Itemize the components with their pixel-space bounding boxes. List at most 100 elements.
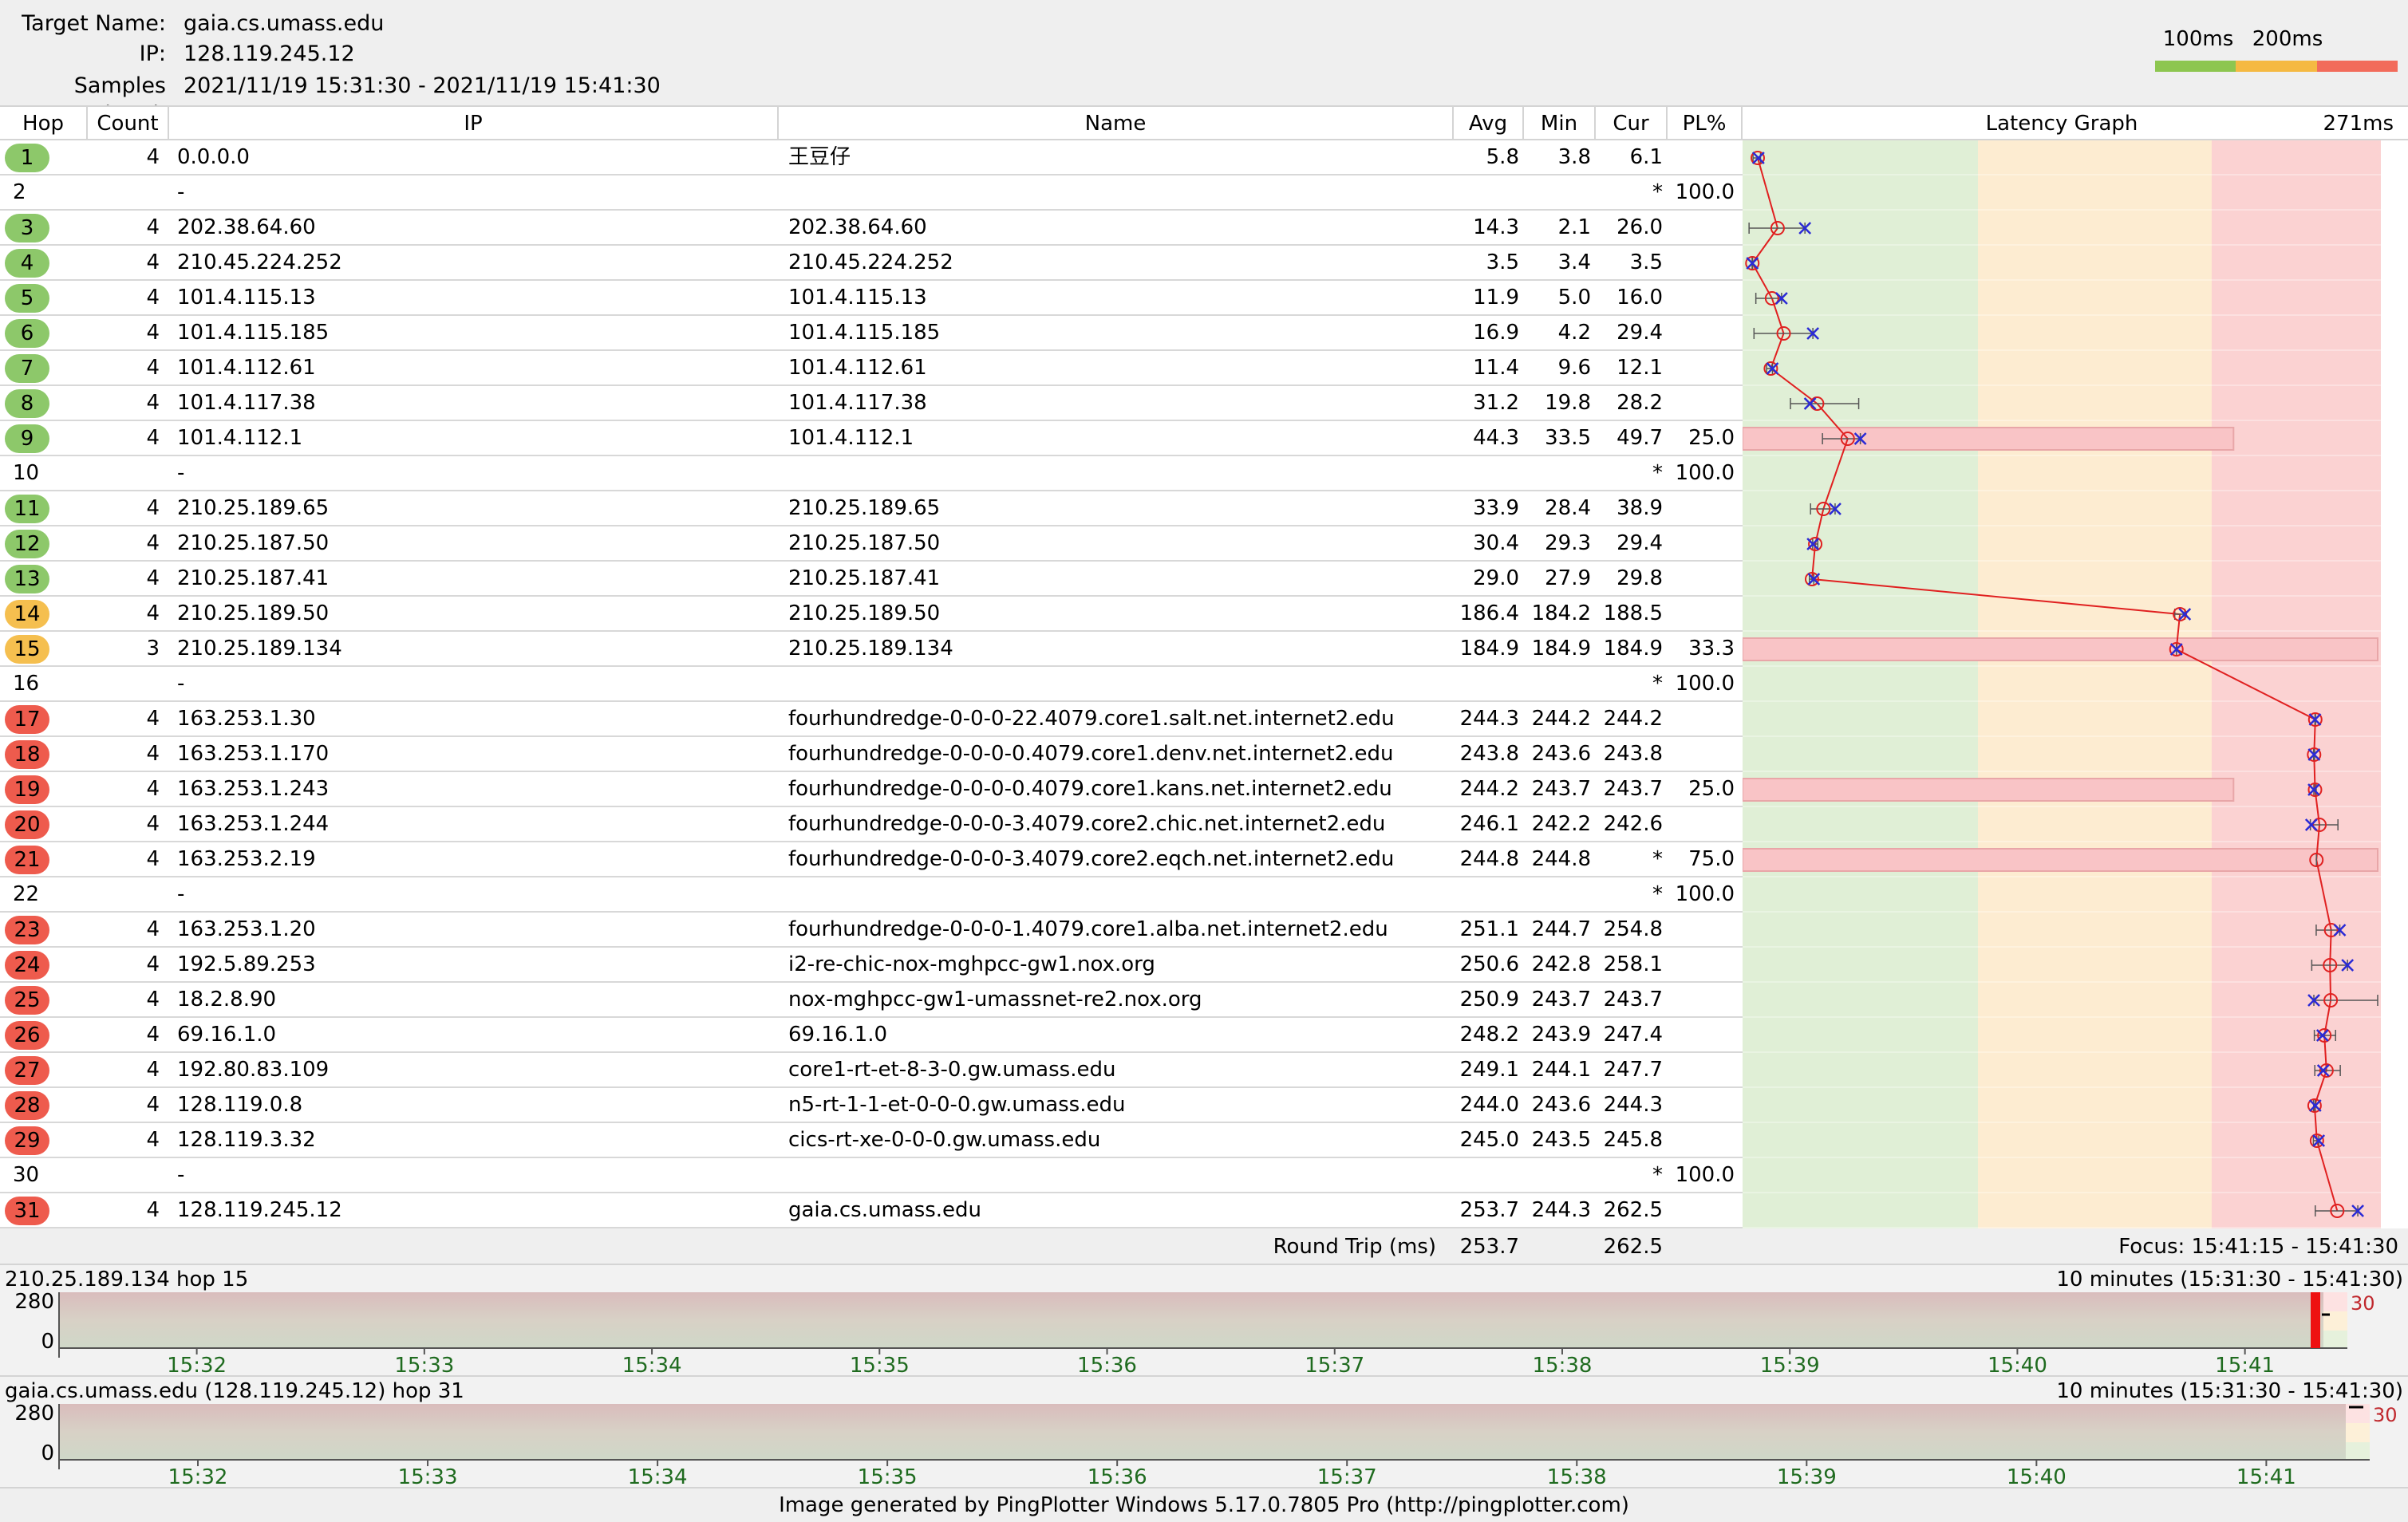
hop-row[interactable]: 24 4 192.5.89.253 i2-re-chic-nox-mghpcc-gw1… xyxy=(0,948,1743,983)
hop-row[interactable]: 21 4 163.253.2.19 fourhundredge-0-0-0-3.407… xyxy=(0,842,1743,877)
hop-packet-loss xyxy=(1668,948,1735,981)
hop-ip: 101.4.115.13 xyxy=(177,286,316,310)
hop-row[interactable]: 11 4 210.25.189.65 210.25.189.65 33.9 28.4 38.… xyxy=(0,491,1743,526)
hop-avg xyxy=(1454,667,1519,700)
hop-row[interactable]: 10 - * 100.0 xyxy=(0,456,1743,491)
hop-number-cell: 13 xyxy=(0,562,88,595)
timeline-tick-label: 15:36 xyxy=(1088,1465,1147,1488)
hop-31-timeline[interactable]: 280 0 30 15:32 15:33 15:34 15:35 15:36 15:37 15:3… xyxy=(0,1377,2408,1488)
column-min[interactable]: Min xyxy=(1524,107,1596,140)
hop-min: 184.2 xyxy=(1531,601,1591,625)
hop-row[interactable]: 6 4 101.4.115.185 101.4.115.185 16.9 4.2 29.4 xyxy=(0,316,1743,351)
hop-count xyxy=(88,877,160,911)
focus-range: Focus: 15:41:15 - 15:41:30 xyxy=(2118,1235,2398,1259)
hop-15-timeline[interactable]: 280 0 30 15:32 15:33 15:34 15:35 15:36 15:37 15:3… xyxy=(0,1265,2408,1377)
hop-number-cell: 14 xyxy=(0,597,88,630)
hop-count xyxy=(88,175,160,209)
column-count[interactable]: Count xyxy=(88,107,169,140)
hop-packet-loss xyxy=(1668,1053,1735,1086)
report-header: Target Name: gaia.cs.umass.edu IP: 128.1… xyxy=(0,0,2408,127)
hop-row[interactable]: 20 4 163.253.1.244 fourhundredge-0-0-0-3.40… xyxy=(0,807,1743,842)
hop-row[interactable]: 5 4 101.4.115.13 101.4.115.13 11.9 5.0 16.0 xyxy=(0,281,1743,316)
hop-count: 4 xyxy=(146,426,160,450)
timeline-tick-label: 15:41 xyxy=(2215,1354,2275,1377)
hop-row[interactable]: 14 4 210.25.189.50 210.25.189.50 186.4 184.2 1… xyxy=(0,597,1743,632)
hop-ip: 210.25.187.41 xyxy=(177,566,330,590)
hop-packet-loss xyxy=(1668,737,1735,771)
hop-row[interactable]: 12 4 210.25.187.50 210.25.187.50 30.4 29.3 29.… xyxy=(0,526,1743,562)
timeline-y-min-label: 0 xyxy=(41,1330,54,1354)
hop-15-timeline-chart: 280 0 30 15:32 15:33 15:34 15:35 15:36 15:37 15:3… xyxy=(14,1290,2374,1377)
hop-number-cell: 17 xyxy=(0,702,88,735)
timeline-title: gaia.cs.umass.edu (128.119.245.12) hop 3… xyxy=(5,1379,464,1403)
timeline-tick-label: 15:33 xyxy=(398,1465,458,1488)
hop-min: 244.8 xyxy=(1531,847,1591,871)
hop-row[interactable]: 8 4 101.4.117.38 101.4.117.38 31.2 19.8 28.2 xyxy=(0,386,1743,421)
hop-cur: 262.5 xyxy=(1603,1198,1663,1222)
hop-row[interactable]: 26 4 69.16.1.0 69.16.1.0 248.2 243.9 247.4 xyxy=(0,1018,1743,1053)
timeline-tick-label: 15:41 xyxy=(2236,1465,2296,1488)
timeline-pl-yellow-band xyxy=(2346,1423,2370,1442)
hop-number-cell: 18 xyxy=(0,737,88,771)
hop-row[interactable]: 23 4 163.253.1.20 fourhundredge-0-0-0-1.407… xyxy=(0,913,1743,948)
hop-name: 101.4.112.1 xyxy=(788,426,914,450)
column-hop[interactable]: Hop xyxy=(0,107,88,140)
hop-row[interactable]: 9 4 101.4.112.1 101.4.112.1 44.3 33.5 49.7 25.0 xyxy=(0,421,1743,456)
hop-avg: 33.9 xyxy=(1473,496,1519,520)
hop-packet-loss xyxy=(1668,1018,1735,1051)
hop-min: 27.9 xyxy=(1545,566,1591,590)
hop-row[interactable]: 31 4 128.119.245.12 gaia.cs.umass.edu 253.7 2… xyxy=(0,1193,1743,1228)
hop-row[interactable]: 2 - * 100.0 xyxy=(0,175,1743,211)
hop-status-badge: 7 xyxy=(5,354,49,383)
round-trip-summary: Round Trip (ms) 253.7 262.5 Focus: 15:41… xyxy=(0,1228,2408,1265)
column-avg[interactable]: Avg xyxy=(1454,107,1524,140)
hop-row[interactable]: 27 4 192.80.83.109 core1-rt-et-8-3-0.gw.uma… xyxy=(0,1053,1743,1088)
timeline-tick-label: 15:33 xyxy=(394,1354,454,1377)
hop-cur: * xyxy=(1652,882,1663,906)
hop-row[interactable]: 30 - * 100.0 xyxy=(0,1158,1743,1193)
hop-packet-loss: 75.0 xyxy=(1688,847,1735,871)
hop-row[interactable]: 13 4 210.25.187.41 210.25.187.41 29.0 27.9 29.… xyxy=(0,562,1743,597)
timeline-tick-label: 15:34 xyxy=(628,1465,688,1488)
target-name-value: gaia.cs.umass.edu xyxy=(184,11,385,36)
target-name-label: Target Name: xyxy=(22,11,166,36)
hop-row[interactable]: 7 4 101.4.112.61 101.4.112.61 11.4 9.6 12.1 xyxy=(0,351,1743,386)
hop-row[interactable]: 3 4 202.38.64.60 202.38.64.60 14.3 2.1 26.0 xyxy=(0,211,1743,246)
hop-count: 3 xyxy=(146,637,160,660)
hop-row[interactable]: 15 3 210.25.189.134 210.25.189.134 184.9 184.… xyxy=(0,632,1743,667)
hop-name: 210.25.187.50 xyxy=(788,531,941,555)
hop-row[interactable]: 16 - * 100.0 xyxy=(0,667,1743,702)
hop-name: 101.4.115.13 xyxy=(788,286,927,310)
hop-row[interactable]: 29 4 128.119.3.32 cics-rt-xe-0-0-0.gw.umass… xyxy=(0,1123,1743,1158)
hop-cur: * xyxy=(1652,1163,1663,1187)
hop-row[interactable]: 17 4 163.253.1.30 fourhundredge-0-0-0-22.40… xyxy=(0,702,1743,737)
hop-row[interactable]: 19 4 163.253.1.243 fourhundredge-0-0-0-0.40… xyxy=(0,772,1743,807)
hop-min: 2.1 xyxy=(1557,215,1591,239)
hop-row[interactable]: 1 4 0.0.0.0 王豆仔 5.8 3.8 6.1 xyxy=(0,140,1743,175)
hop-ip: 163.253.1.243 xyxy=(177,777,330,801)
hop-name xyxy=(788,1158,1451,1192)
hop-row[interactable]: 18 4 163.253.1.170 fourhundredge-0-0-0-0.40… xyxy=(0,737,1743,772)
timeline-title: 210.25.189.134 hop 15 xyxy=(5,1268,249,1291)
hop-number-cell: 27 xyxy=(0,1053,88,1086)
column-name[interactable]: Name xyxy=(779,107,1454,140)
hop-min: 243.9 xyxy=(1531,1023,1591,1047)
hop-cur: 184.9 xyxy=(1603,637,1663,660)
hop-row[interactable]: 4 4 210.45.224.252 210.45.224.252 3.5 3.4 3.5 xyxy=(0,246,1743,281)
timeline-range: 10 minutes (15:31:30 - 15:41:30) xyxy=(2056,1268,2403,1291)
timeline-plot-area xyxy=(59,1404,2346,1460)
timeline-y-min-label: 0 xyxy=(41,1441,54,1465)
hop-min: 244.3 xyxy=(1531,1198,1591,1222)
hop-avg xyxy=(1454,456,1519,490)
hop-row[interactable]: 25 4 18.2.8.90 nox-mghpcc-gw1-umassnet-re2.… xyxy=(0,983,1743,1018)
hop-avg: 253.7 xyxy=(1459,1198,1519,1222)
hop-avg: 244.8 xyxy=(1459,847,1519,871)
column-ip[interactable]: IP xyxy=(169,107,779,140)
hop-row[interactable]: 22 - * 100.0 xyxy=(0,877,1743,913)
hop-row[interactable]: 28 4 128.119.0.8 n5-rt-1-1-et-0-0-0.gw.umas… xyxy=(0,1088,1743,1123)
hop-number-cell: 22 xyxy=(0,877,88,911)
hop-cur: 188.5 xyxy=(1603,601,1663,625)
hop-packet-loss: 25.0 xyxy=(1688,426,1735,450)
column-pl[interactable]: PL% xyxy=(1668,107,1743,140)
column-cur[interactable]: Cur xyxy=(1596,107,1668,140)
